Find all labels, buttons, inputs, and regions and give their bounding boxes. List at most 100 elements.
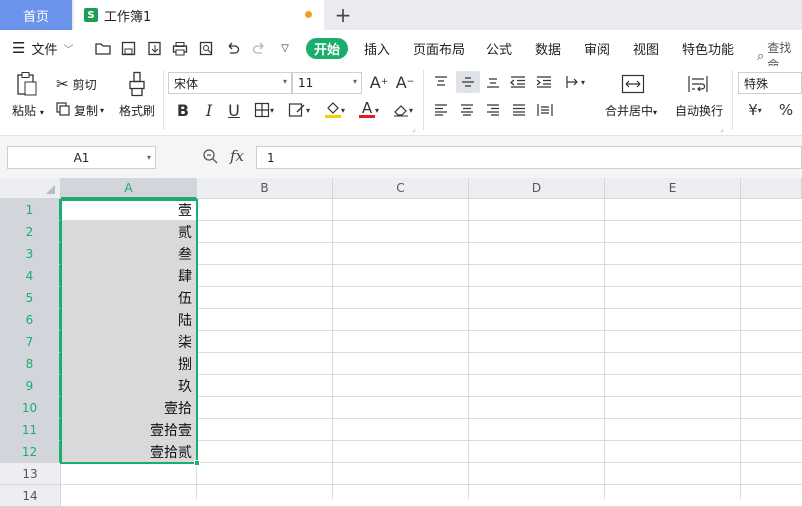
row-header-8[interactable]: 8 — [0, 353, 61, 375]
cell-a5[interactable]: 伍 — [61, 287, 197, 308]
menu-view-tab[interactable]: 视图 — [633, 39, 659, 58]
grid-row-line — [61, 484, 802, 485]
font-dialog-launcher-icon[interactable]: ⌟ — [412, 124, 416, 133]
column-header-d[interactable]: D — [469, 178, 605, 199]
cell-a10[interactable]: 壹拾 — [61, 397, 197, 418]
row-header-2[interactable]: 2 — [0, 221, 61, 243]
increase-font-size-button[interactable]: A + — [369, 72, 389, 92]
undo-icon[interactable] — [223, 39, 241, 57]
percent-format-button[interactable]: % — [776, 100, 796, 120]
align-center-button[interactable] — [457, 100, 477, 120]
save-icon[interactable] — [119, 39, 137, 57]
row-header-5[interactable]: 5 — [0, 287, 61, 309]
new-tab-button[interactable]: + — [332, 2, 354, 28]
currency-format-button[interactable]: ¥ ▾ — [743, 100, 767, 120]
cell-a6[interactable]: 陆 — [61, 309, 197, 330]
row-header-11[interactable]: 11 — [0, 419, 61, 441]
cut-button[interactable]: ✂ 剪切 — [56, 75, 97, 93]
cell-a9[interactable]: 玖 — [61, 375, 197, 396]
cell-style-button[interactable]: ▾ — [285, 100, 313, 120]
merge-center-icon[interactable] — [620, 72, 646, 96]
formula-input[interactable]: 1 — [256, 146, 802, 169]
font-name-value: 宋体 — [174, 76, 199, 91]
row-header-9[interactable]: 9 — [0, 375, 61, 397]
redo-icon[interactable] — [250, 39, 268, 57]
zoom-search-icon[interactable] — [202, 148, 218, 168]
menu-formulas-tab[interactable]: 公式 — [486, 39, 512, 58]
row-header-14[interactable]: 14 — [0, 485, 61, 507]
cell-a7[interactable]: 柒 — [61, 331, 197, 352]
font-size-select[interactable]: 11 ▾ — [292, 72, 362, 94]
print-preview-icon[interactable] — [197, 39, 215, 57]
format-painter-icon[interactable] — [126, 70, 148, 98]
row-header-13[interactable]: 13 — [0, 463, 61, 485]
cell-a11[interactable]: 壹拾壹 — [61, 419, 197, 440]
menu-insert-tab[interactable]: 插入 — [364, 39, 390, 58]
insert-function-button[interactable]: fx — [230, 147, 244, 165]
row-header-6[interactable]: 6 — [0, 309, 61, 331]
font-color-button[interactable]: A ▾ — [355, 99, 383, 121]
row-header-7[interactable]: 7 — [0, 331, 61, 353]
text-direction-button[interactable]: ▾ — [560, 72, 590, 92]
decrease-font-size-button[interactable]: A − — [395, 72, 415, 92]
distributed-align-button[interactable] — [535, 100, 555, 120]
increase-indent-button[interactable] — [534, 72, 554, 92]
menu-review-tab[interactable]: 审阅 — [584, 39, 610, 58]
borders-button[interactable]: ▾ — [251, 100, 277, 120]
menu-page-layout-tab[interactable]: 页面布局 — [413, 39, 465, 58]
alignment-dialog-launcher-icon[interactable]: ⌟ — [720, 124, 724, 133]
row-header-4[interactable]: 4 — [0, 265, 61, 287]
italic-button[interactable]: I — [200, 99, 218, 121]
row-header-1[interactable]: 1 — [0, 199, 61, 221]
row-header-10[interactable]: 10 — [0, 397, 61, 419]
cell-a3[interactable]: 叁 — [61, 243, 197, 264]
quick-access-more-icon[interactable]: ▽ — [276, 39, 294, 57]
spreadsheet-grid[interactable]: ABCDE 1 2 3 4 5 6 7 8 9 10 11 12 13 14 壹贰叁肆伍陆柒捌玖壹拾 壹拾壹… — [0, 178, 802, 507]
paste-button[interactable]: 粘贴 ▾ — [12, 102, 44, 119]
format-painter-button[interactable]: 格式刷 — [119, 102, 155, 119]
wrap-text-button[interactable]: 自动换行 — [675, 102, 723, 119]
column-header-c[interactable]: C — [333, 178, 469, 199]
cell-a2[interactable]: 贰 — [61, 221, 197, 242]
cell-a1[interactable]: 壹 — [61, 199, 197, 220]
ribbon-divider — [423, 70, 424, 130]
open-folder-icon[interactable] — [94, 39, 112, 57]
menu-data-tab[interactable]: 数据 — [535, 39, 561, 58]
select-all-button[interactable] — [0, 178, 61, 199]
align-bottom-button[interactable] — [483, 72, 503, 92]
align-left-button[interactable] — [431, 100, 451, 120]
column-header-partial[interactable] — [741, 178, 802, 199]
clear-format-button[interactable]: ▾ — [389, 100, 417, 120]
cell-a4[interactable]: 肆 — [61, 265, 197, 286]
column-header-b[interactable]: B — [197, 178, 333, 199]
font-name-select[interactable]: 宋体 ▾ — [168, 72, 292, 94]
cell-a12[interactable]: 壹拾贰 — [61, 441, 197, 462]
bold-button[interactable]: B — [174, 99, 192, 121]
fill-handle[interactable] — [194, 460, 200, 466]
row-header-12[interactable]: 12 — [0, 441, 61, 463]
align-middle-button[interactable] — [456, 71, 480, 93]
print-icon[interactable] — [171, 39, 189, 57]
justify-button[interactable] — [509, 100, 529, 120]
underline-button[interactable]: U — [225, 99, 243, 121]
menu-home-tab[interactable]: 开始 — [306, 38, 348, 59]
align-right-button[interactable] — [483, 100, 503, 120]
column-header-e[interactable]: E — [605, 178, 741, 199]
column-header-a[interactable]: A — [61, 178, 197, 199]
tab-document[interactable]: S 工作簿1 — [74, 0, 324, 30]
decrease-indent-button[interactable] — [508, 72, 528, 92]
number-format-select[interactable]: 特殊 — [738, 72, 802, 94]
row-header-3[interactable]: 3 — [0, 243, 61, 265]
copy-button[interactable]: 复制 ▾ — [56, 102, 104, 119]
merge-center-button[interactable]: 合并居中▾ — [605, 102, 657, 119]
tab-home[interactable]: 首页 — [0, 0, 72, 30]
paste-icon[interactable] — [14, 70, 40, 98]
menu-special-features-tab[interactable]: 特色功能 — [682, 39, 734, 58]
wrap-text-icon[interactable] — [685, 72, 711, 96]
fill-color-button[interactable]: ▾ — [320, 99, 350, 121]
name-box[interactable]: A1 ▾ — [7, 146, 156, 169]
cell-a8[interactable]: 捌 — [61, 353, 197, 374]
export-pdf-icon[interactable] — [145, 39, 163, 57]
file-menu-button[interactable]: ☰ 文件 ﹀ — [12, 38, 73, 58]
align-top-button[interactable] — [431, 72, 451, 92]
